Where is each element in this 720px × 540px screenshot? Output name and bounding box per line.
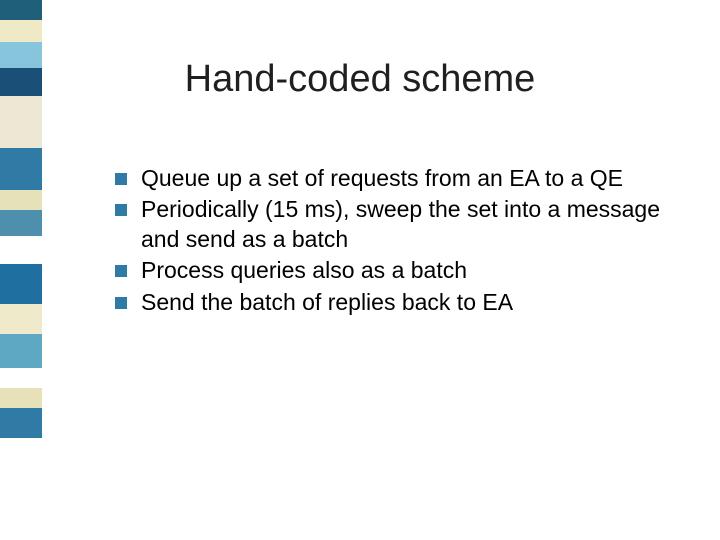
sidebar-stripe [0,96,42,148]
sidebar-stripe [0,236,42,264]
square-bullet-icon [115,204,127,216]
slide: Hand-coded scheme Queue up a set of requ… [0,0,720,540]
sidebar-stripe [0,304,42,334]
sidebar-stripe [0,334,42,368]
list-item: Queue up a set of requests from an EA to… [115,164,675,193]
sidebar-stripe [0,264,42,304]
square-bullet-icon [115,265,127,277]
slide-title: Hand-coded scheme [0,58,720,101]
sidebar-stripe [0,20,42,42]
sidebar-stripe [0,0,42,20]
square-bullet-icon [115,297,127,309]
bullet-list: Queue up a set of requests from an EA to… [115,164,675,319]
list-item: Send the batch of replies back to EA [115,288,675,317]
sidebar-stripe [0,148,42,190]
sidebar-stripe [0,368,42,388]
sidebar-stripe [0,388,42,408]
sidebar-stripe [0,210,42,236]
list-item: Periodically (15 ms), sweep the set into… [115,195,675,254]
bullet-text: Queue up a set of requests from an EA to… [141,164,623,193]
bullet-text: Periodically (15 ms), sweep the set into… [141,195,675,254]
bullet-text: Process queries also as a batch [141,256,467,285]
square-bullet-icon [115,173,127,185]
bullet-text: Send the batch of replies back to EA [141,288,513,317]
list-item: Process queries also as a batch [115,256,675,285]
sidebar-stripe [0,190,42,210]
sidebar-stripe [0,408,42,438]
sidebar-stripe [0,438,42,540]
